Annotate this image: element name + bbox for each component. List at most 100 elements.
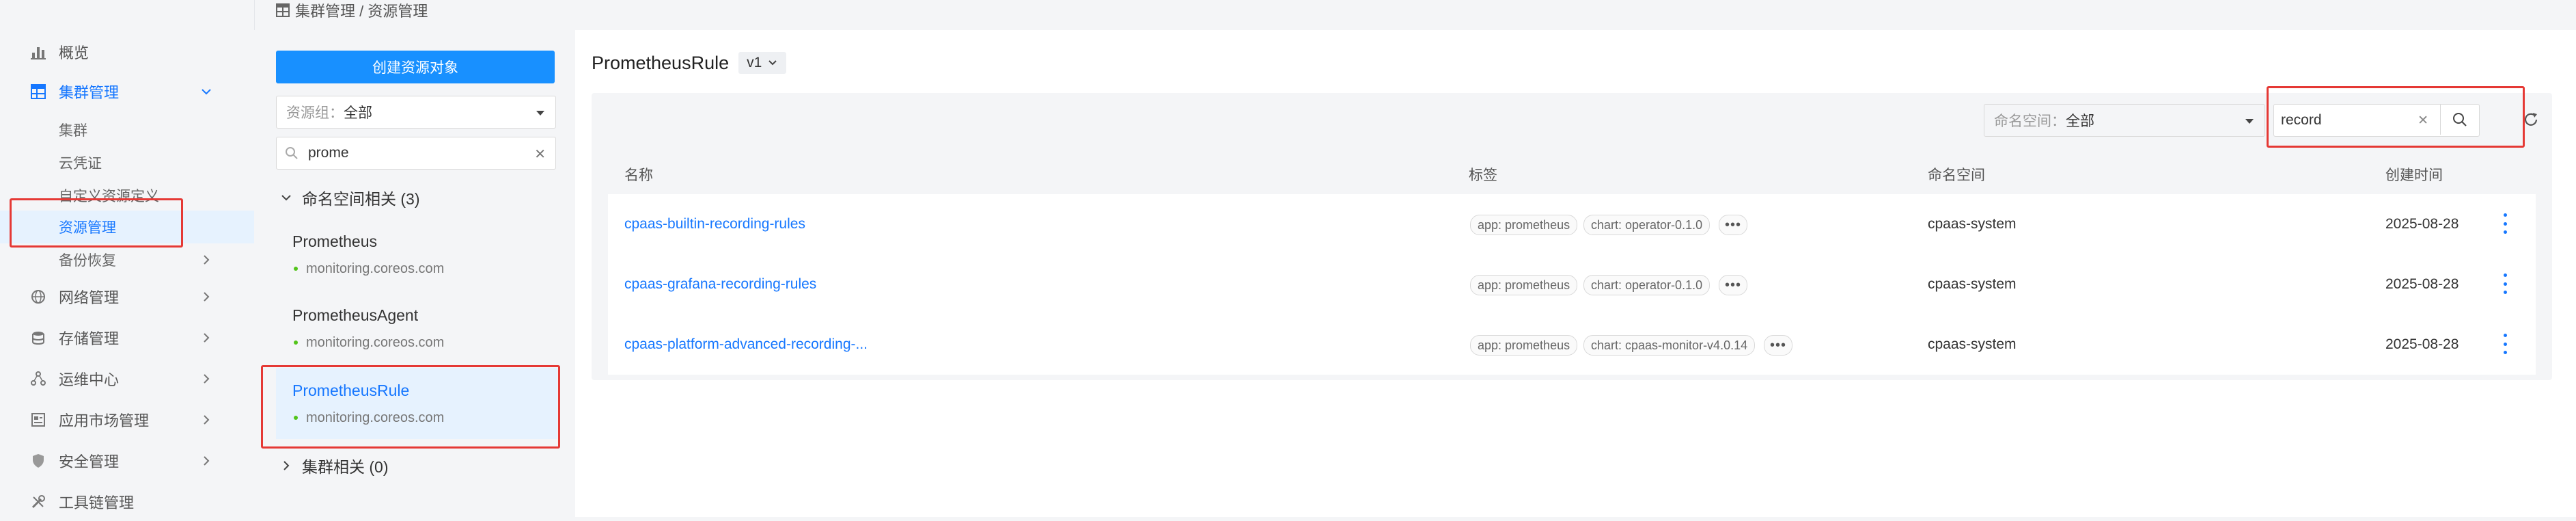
resource-group-value: 全部 bbox=[344, 105, 372, 121]
chevron-down-icon bbox=[198, 83, 214, 100]
namespace-group-label: 命名空间相关 (3) bbox=[302, 190, 420, 208]
chevron-right-icon bbox=[198, 330, 214, 346]
more-labels-button[interactable]: ••• bbox=[1764, 335, 1792, 356]
chevron-right-icon bbox=[280, 459, 292, 472]
row-created: 2025-08-28 bbox=[2385, 276, 2459, 292]
create-resource-button[interactable]: 创建资源对象 bbox=[276, 51, 555, 83]
sidebar-item-storage[interactable]: 存储管理 bbox=[0, 319, 254, 357]
more-labels-button[interactable]: ••• bbox=[1719, 215, 1747, 235]
highlight-box-resource bbox=[261, 365, 560, 449]
group-dot bbox=[294, 340, 298, 345]
label-tag: app: prometheus bbox=[1470, 335, 1578, 356]
sidebar-item-security[interactable]: 安全管理 bbox=[0, 442, 254, 480]
column-header-namespace: 命名空间 bbox=[1928, 168, 1985, 183]
namespace-prefix: 命名空间： bbox=[1994, 113, 2066, 129]
resource-item-prometheus[interactable]: Prometheus monitoring.coreos.com bbox=[276, 219, 557, 290]
chevron-right-icon bbox=[198, 289, 214, 305]
store-icon bbox=[29, 410, 48, 429]
label-tag: app: prometheus bbox=[1470, 215, 1578, 235]
resource-title-bar: PrometheusRule v1 bbox=[592, 49, 787, 77]
row-namespace: cpaas-system bbox=[1928, 336, 2017, 352]
resource-group-prefix: 资源组： bbox=[286, 105, 344, 121]
sidebar-subitem-label: 云凭证 bbox=[59, 156, 102, 172]
highlight-box-sidebar bbox=[10, 198, 183, 248]
table-row: cpaas-builtin-recording-rules app: prome… bbox=[608, 194, 2536, 255]
sidebar-subitem-label: 集群 bbox=[59, 123, 87, 139]
sidebar-subitem-cloud-credentials[interactable]: 云凭证 bbox=[0, 146, 254, 179]
label-tag: chart: operator-0.1.0 bbox=[1583, 215, 1711, 235]
resource-name: PrometheusAgent bbox=[292, 306, 419, 324]
refresh-icon bbox=[2524, 113, 2538, 126]
sidebar-item-label: 网络管理 bbox=[59, 289, 120, 306]
search-value: prome bbox=[308, 145, 349, 161]
row-namespace: cpaas-system bbox=[1928, 216, 2017, 232]
globe-icon bbox=[29, 287, 48, 306]
resource-search-input[interactable]: prome ✕ bbox=[276, 137, 556, 170]
label-tag: chart: cpaas-monitor-v4.0.14 bbox=[1583, 335, 1756, 356]
sidebar-item-overview[interactable]: 概览 bbox=[0, 33, 254, 71]
chevron-down-icon bbox=[767, 57, 778, 68]
sidebar-item-cluster-management[interactable]: 集群管理 bbox=[0, 72, 254, 111]
bar-chart-icon bbox=[29, 42, 48, 62]
chevron-right-icon bbox=[198, 412, 214, 428]
column-header-created: 创建时间 bbox=[2385, 168, 2443, 183]
table-icon bbox=[29, 82, 48, 101]
clear-icon[interactable]: ✕ bbox=[534, 146, 546, 163]
sidebar-item-ops-center[interactable]: 运维中心 bbox=[0, 360, 254, 398]
shield-icon bbox=[29, 451, 48, 470]
row-namespace: cpaas-system bbox=[1928, 276, 2017, 292]
sidebar-subitem-backup-restore[interactable]: 备份恢复 bbox=[0, 243, 254, 276]
resource-group: monitoring.coreos.com bbox=[306, 261, 445, 276]
namespace-value: 全部 bbox=[2066, 113, 2094, 129]
label-tag: app: prometheus bbox=[1470, 275, 1578, 295]
row-name-link[interactable]: cpaas-builtin-recording-rules bbox=[624, 216, 805, 232]
resource-name: Prometheus bbox=[292, 232, 378, 250]
sidebar-item-label: 运维中心 bbox=[59, 371, 120, 388]
sidebar-item-label: 存储管理 bbox=[59, 330, 120, 347]
sidebar-item-network[interactable]: 网络管理 bbox=[0, 278, 254, 316]
resource-group: monitoring.coreos.com bbox=[306, 335, 445, 350]
chevron-right-icon bbox=[198, 252, 214, 268]
label-tag: chart: operator-0.1.0 bbox=[1583, 275, 1711, 295]
breadcrumb: 集群管理 / 资源管理 bbox=[276, 0, 428, 21]
resource-item-prometheusagent[interactable]: PrometheusAgent monitoring.coreos.com bbox=[276, 293, 557, 364]
tools-icon bbox=[29, 492, 48, 511]
resource-group-select[interactable]: 资源组： 全部 bbox=[276, 96, 556, 129]
sidebar-item-label: 概览 bbox=[59, 44, 89, 62]
grid-icon bbox=[276, 3, 290, 17]
page-title: PrometheusRule bbox=[592, 52, 730, 73]
sidebar-item-app-market[interactable]: 应用市场管理 bbox=[0, 401, 254, 439]
column-header-name: 名称 bbox=[624, 168, 653, 183]
more-actions-icon[interactable] bbox=[2502, 213, 2508, 234]
breadcrumb-text: 集群管理 / 资源管理 bbox=[295, 3, 428, 20]
version-value: v1 bbox=[747, 55, 762, 70]
version-select[interactable]: v1 bbox=[738, 52, 787, 74]
namespace-group-toggle[interactable]: 命名空间相关 (3) bbox=[276, 186, 420, 209]
column-header-labels: 标签 bbox=[1469, 168, 1497, 183]
more-actions-icon[interactable] bbox=[2502, 273, 2508, 294]
sidebar-item-toolchain[interactable]: 工具链管理 bbox=[0, 483, 254, 521]
row-created: 2025-08-28 bbox=[2385, 336, 2459, 352]
sidebar-subitem-cluster[interactable]: 集群 bbox=[0, 113, 254, 146]
more-labels-button[interactable]: ••• bbox=[1719, 275, 1747, 295]
chevron-right-icon bbox=[198, 453, 214, 469]
chevron-right-icon bbox=[198, 371, 214, 387]
sidebar-item-label: 安全管理 bbox=[59, 453, 120, 470]
sidebar-nav: 概览 集群管理 集群 云凭证 自定义资源定义 资源管理 备份恢复 网络管理 存储… bbox=[0, 0, 255, 517]
search-icon bbox=[285, 146, 299, 160]
row-name-link[interactable]: cpaas-platform-advanced-recording-... bbox=[624, 336, 868, 353]
cluster-group-toggle[interactable]: 集群相关 (0) bbox=[276, 454, 389, 477]
table-row: cpaas-grafana-recording-rules app: prome… bbox=[608, 254, 2536, 315]
more-actions-icon[interactable] bbox=[2502, 334, 2508, 354]
sidebar-item-label: 应用市场管理 bbox=[59, 412, 150, 429]
row-created: 2025-08-28 bbox=[2385, 216, 2459, 232]
namespace-select[interactable]: 命名空间： 全部 bbox=[1984, 104, 2265, 137]
caret-down-icon bbox=[2244, 114, 2255, 131]
row-name-link[interactable]: cpaas-grafana-recording-rules bbox=[624, 276, 816, 293]
database-icon bbox=[29, 328, 48, 347]
sidebar-subitem-label: 备份恢复 bbox=[59, 253, 116, 269]
cluster-group-label: 集群相关 (0) bbox=[302, 458, 389, 476]
highlight-box-search bbox=[2267, 86, 2525, 148]
chevron-down-icon bbox=[280, 191, 292, 204]
table-row: cpaas-platform-advanced-recording-... ap… bbox=[608, 315, 2536, 375]
